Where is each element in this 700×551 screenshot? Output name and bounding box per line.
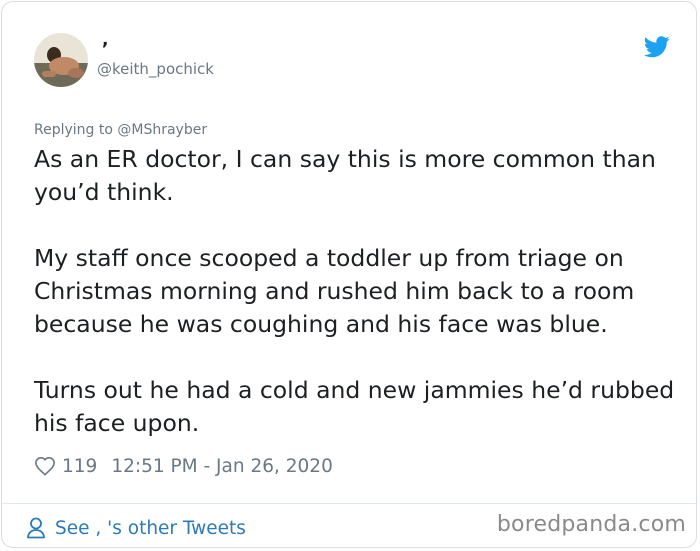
tweet-paragraph: Turns out he had a cold and new jammies …	[34, 376, 675, 437]
display-name[interactable]: ,	[102, 30, 108, 50]
tweet-timestamp[interactable]: 12:51 PM - Jan 26, 2020	[111, 456, 333, 477]
avatar[interactable]	[34, 33, 88, 87]
replying-to[interactable]: Replying to @MShrayber	[34, 122, 207, 138]
like-button[interactable]: 119	[34, 456, 97, 477]
see-other-tweets-link[interactable]: See , 's other Tweets	[26, 515, 246, 541]
person-outline-icon	[27, 517, 45, 539]
tweet-card: , @keith_pochick Replying to @MShrayber …	[1, 1, 698, 548]
see-other-tweets-label: See , 's other Tweets	[55, 517, 246, 539]
watermark: boredpanda.com	[496, 512, 686, 537]
tweet-meta: 119 12:51 PM - Jan 26, 2020	[34, 452, 333, 480]
tweet-text: As an ER doctor, I can say this is more …	[34, 143, 684, 440]
tweet-paragraph: My staff once scooped a toddler up from …	[34, 244, 635, 338]
heart-outline-icon	[35, 456, 55, 476]
tweet-paragraph: As an ER doctor, I can say this is more …	[34, 145, 656, 206]
like-count: 119	[62, 455, 98, 477]
user-handle[interactable]: @keith_pochick	[97, 60, 214, 78]
avatar-photo	[34, 33, 88, 87]
divider	[2, 503, 698, 504]
twitter-bird-icon[interactable]	[643, 36, 670, 58]
